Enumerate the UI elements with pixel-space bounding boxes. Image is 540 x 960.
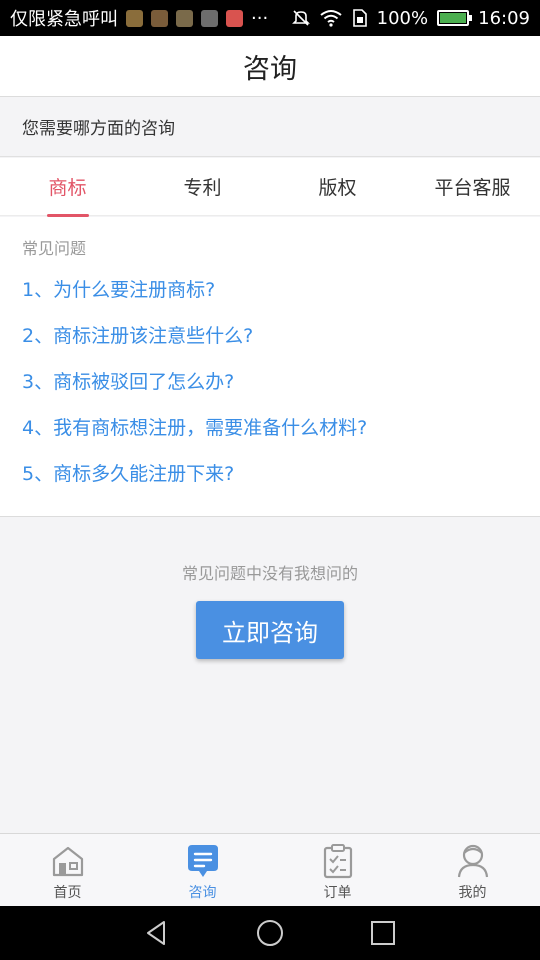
faq-item[interactable]: 3、商标被驳回了怎么办? — [22, 359, 518, 405]
nav-home[interactable]: 首页 — [0, 834, 135, 906]
faq-item[interactable]: 2、商标注册该注意些什么? — [22, 313, 518, 359]
tab-label: 商标 — [48, 177, 87, 199]
status-right: 100% 16:09 — [291, 7, 530, 29]
page-title: 咨询 — [0, 36, 540, 97]
nav-label: 订单 — [323, 885, 352, 901]
recents-icon[interactable] — [368, 918, 398, 948]
battery-percent: 100% — [376, 7, 429, 29]
more-notifications-icon: ··· — [251, 7, 269, 29]
clock: 16:09 — [478, 7, 530, 29]
faq-list: 1、为什么要注册商标? 2、商标注册该注意些什么? 3、商标被驳回了怎么办? 4… — [22, 267, 518, 497]
battery-icon — [437, 10, 473, 26]
sim-icon — [352, 9, 367, 27]
nav-label: 首页 — [53, 885, 82, 901]
tab-label: 版权 — [318, 177, 357, 199]
tab-platform-service[interactable]: 平台客服 — [405, 158, 540, 215]
user-icon — [457, 844, 488, 878]
nav-mine[interactable]: 我的 — [405, 834, 540, 906]
consult-now-button[interactable]: 立即咨询 — [196, 601, 344, 659]
chat-icon — [187, 845, 218, 877]
tab-label: 平台客服 — [434, 177, 511, 199]
faq-item[interactable]: 5、商标多久能注册下来? — [22, 451, 518, 497]
tab-label: 专利 — [183, 177, 222, 199]
wifi-icon — [320, 10, 342, 27]
faq-title: 常见问题 — [22, 239, 87, 258]
system-nav-bar — [0, 906, 540, 960]
no-answer-note: 常见问题中没有我想问的 — [181, 564, 358, 583]
nav-label: 咨询 — [188, 885, 217, 901]
notification-icon — [201, 9, 218, 27]
carrier-text: 仅限紧急呼叫 — [10, 9, 118, 30]
nav-label: 我的 — [458, 885, 487, 901]
faq-section: 常见问题 1、为什么要注册商标? 2、商标注册该注意些什么? 3、商标被驳回了怎… — [0, 217, 540, 517]
bottom-nav: 首页 咨询 订单 我的 — [0, 833, 540, 906]
status-left: 仅限紧急呼叫 ··· — [10, 5, 292, 31]
notification-icon — [176, 9, 193, 27]
tab-copyright[interactable]: 版权 — [270, 158, 405, 215]
category-tabs: 商标 专利 版权 平台客服 — [0, 158, 540, 217]
notification-icon — [226, 9, 243, 27]
consult-prompt: 您需要哪方面的咨询 — [0, 97, 540, 157]
status-bar: 仅限紧急呼叫 ··· 100% 16:09 — [0, 0, 540, 36]
faq-item[interactable]: 4、我有商标想注册，需要准备什么材料? — [22, 405, 518, 451]
nav-consult[interactable]: 咨询 — [135, 834, 270, 906]
tab-trademark[interactable]: 商标 — [0, 158, 135, 217]
clipboard-icon — [323, 844, 352, 879]
home-circle-icon[interactable] — [255, 918, 285, 948]
mute-icon — [291, 10, 310, 26]
back-icon[interactable] — [142, 918, 172, 948]
notification-icon — [151, 9, 168, 27]
home-icon — [52, 846, 83, 877]
faq-item[interactable]: 1、为什么要注册商标? — [22, 267, 518, 313]
notification-icon — [126, 9, 143, 27]
tab-patent[interactable]: 专利 — [135, 158, 270, 215]
nav-orders[interactable]: 订单 — [270, 834, 405, 906]
